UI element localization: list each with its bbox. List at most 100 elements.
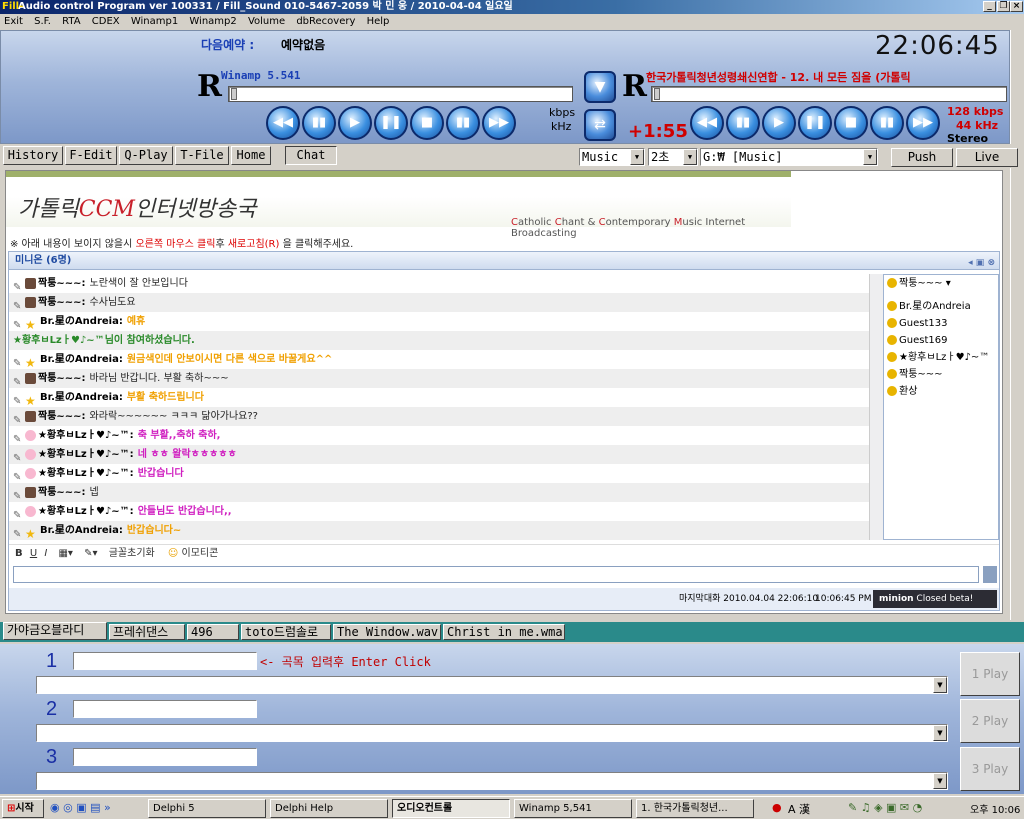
swap-icon[interactable]: ⇄ xyxy=(584,109,616,141)
push-button[interactable]: Push xyxy=(891,148,953,167)
live-button[interactable]: Live xyxy=(956,148,1018,167)
send-icon[interactable] xyxy=(983,566,997,583)
chat-window-icons[interactable]: ◂ ▣ ⊗ xyxy=(968,254,995,272)
playlist-tab-1[interactable]: 가야금오블라디 xyxy=(3,622,107,640)
chat-nick[interactable]: ★황후ㅂLzㅏ♥♪~™: xyxy=(38,506,134,517)
prev-icon[interactable]: ◀◀ xyxy=(266,106,300,140)
taskbar-item-audio-control[interactable]: 오디오컨트롤 xyxy=(392,799,510,818)
quicklaunch-icons[interactable]: ◉ ◎ ▣ ▤ » xyxy=(50,801,111,814)
user-list-item[interactable]: 환상 xyxy=(884,383,998,400)
playlist-tab-6[interactable]: Christ in me.wma xyxy=(443,624,565,640)
play-3-button[interactable]: 3 Play xyxy=(960,747,1020,791)
taskbar-item-track[interactable]: 1. 한국가톨릭청년... xyxy=(636,799,754,818)
color-icon[interactable]: ▦▾ xyxy=(58,548,72,559)
queue-select-2[interactable]: ▼ xyxy=(36,724,948,742)
tab-q-play[interactable]: Q-Play xyxy=(119,146,173,165)
tab-t-file[interactable]: T-File xyxy=(175,146,229,165)
chat-nick[interactable]: 짝퉁~~~: xyxy=(38,297,86,308)
start-button[interactable]: ⊞시작 xyxy=(2,799,44,818)
reset-font-button[interactable]: 글꼴초기화 xyxy=(109,548,155,559)
category-select[interactable]: Music ▼ xyxy=(579,148,645,166)
user-list-item[interactable]: 짝퉁~~~ xyxy=(884,366,998,383)
chat-nick[interactable]: ★황후ㅂLzㅏ♥♪~™: xyxy=(38,468,134,479)
user-list-header[interactable]: 짝퉁~~~ ▾ xyxy=(884,275,998,292)
playlist-tab-4[interactable]: toto드럼솔로 xyxy=(241,624,331,640)
menu-rta[interactable]: RTA xyxy=(62,16,80,27)
playlist-tab-3[interactable]: 496 xyxy=(187,624,239,640)
chat-input[interactable] xyxy=(13,566,979,583)
window-scrollbar[interactable] xyxy=(1010,30,1024,620)
emoticon-icon[interactable]: ☺ xyxy=(168,548,178,559)
menu-winamp2[interactable]: Winamp2 xyxy=(189,16,236,27)
queue-input-1[interactable] xyxy=(73,652,257,670)
playlist-tab-5[interactable]: The Window.wav xyxy=(333,624,441,640)
player1-seekbar[interactable] xyxy=(228,86,573,102)
tab-history[interactable]: History xyxy=(3,146,63,165)
stop-icon[interactable]: ■ xyxy=(410,106,444,140)
menu-help[interactable]: Help xyxy=(367,16,390,27)
bold-icon[interactable]: B xyxy=(15,548,23,559)
chat-nick[interactable]: ★황후ㅂLzㅏ♥♪~™ xyxy=(13,335,105,346)
menu-exit[interactable]: Exit xyxy=(4,16,23,27)
pause-icon[interactable]: ❚❚ xyxy=(798,106,832,140)
folder-select[interactable]: G:₩ [Music] ▼ xyxy=(700,148,878,166)
chat-nick[interactable]: ★황후ㅂLzㅏ♥♪~™: xyxy=(38,430,134,441)
emoticon-button[interactable]: 이모티콘 xyxy=(182,548,219,559)
spectrum-icon[interactable]: ▮▮ xyxy=(446,106,480,140)
restore-icon[interactable]: ❐ xyxy=(997,1,1010,12)
menu-volume[interactable]: Volume xyxy=(248,16,285,27)
chat-nick[interactable]: Br.星のAndreia: xyxy=(40,525,123,536)
user-list-item[interactable]: ★황후ㅂLzㅏ♥♪~™ xyxy=(884,349,998,366)
play-icon[interactable]: ▶ xyxy=(338,106,372,140)
ime-mode[interactable]: A 漢 xyxy=(788,801,810,817)
queue-select-1[interactable]: ▼ xyxy=(36,676,948,694)
stop-icon[interactable]: ■ xyxy=(834,106,868,140)
italic-icon[interactable]: I xyxy=(44,548,47,559)
interval-select[interactable]: 2초 ▼ xyxy=(648,148,698,166)
prev-icon[interactable]: ◀◀ xyxy=(690,106,724,140)
chat-nick[interactable]: Br.星のAndreia: xyxy=(40,392,123,403)
menu-sf[interactable]: S.F. xyxy=(34,16,51,27)
queue-select-3[interactable]: ▼ xyxy=(36,772,948,790)
menu-cdex[interactable]: CDEX xyxy=(92,16,120,27)
tab-f-edit[interactable]: F-Edit xyxy=(65,146,117,165)
chat-scrollbar[interactable] xyxy=(869,274,883,540)
player2-seekbar[interactable] xyxy=(651,86,1007,102)
crossfade-down-icon[interactable]: ▼ xyxy=(584,71,616,103)
chat-nick[interactable]: 짝퉁~~~: xyxy=(38,487,86,498)
minimize-icon[interactable]: _ xyxy=(983,1,996,12)
play-2-button[interactable]: 2 Play xyxy=(960,699,1020,743)
tab-chat[interactable]: Chat xyxy=(285,146,337,165)
taskbar-item-winamp[interactable]: Winamp 5,541 xyxy=(514,799,632,818)
playlist-tab-2[interactable]: 프레쉬댄스 xyxy=(109,624,185,640)
ime-icon[interactable]: ● xyxy=(772,801,782,814)
play-1-button[interactable]: 1 Play xyxy=(960,652,1020,696)
user-list-item[interactable]: Guest133 xyxy=(884,315,998,332)
user-list-item[interactable]: Guest169 xyxy=(884,332,998,349)
close-icon[interactable]: × xyxy=(1010,1,1023,12)
tab-home[interactable]: Home xyxy=(231,146,271,165)
menu-winamp1[interactable]: Winamp1 xyxy=(131,16,178,27)
chat-nick[interactable]: Br.星のAndreia: xyxy=(40,354,123,365)
spectrum-icon[interactable]: ▮▮ xyxy=(870,106,904,140)
queue-input-2[interactable] xyxy=(73,700,257,718)
next-icon[interactable]: ▶▶ xyxy=(906,106,940,140)
user-list-item[interactable]: Br.星のAndreia xyxy=(884,298,998,315)
chat-nick[interactable]: 짝퉁~~~: xyxy=(38,373,86,384)
queue-input-3[interactable] xyxy=(73,748,257,766)
chat-nick[interactable]: 짝퉁~~~: xyxy=(38,278,86,289)
chat-nick[interactable]: Br.星のAndreia: xyxy=(40,316,123,327)
next-icon[interactable]: ▶▶ xyxy=(482,106,516,140)
play-icon[interactable]: ▶ xyxy=(762,106,796,140)
menu-dbrecovery[interactable]: dbRecovery xyxy=(296,16,355,27)
chat-nick[interactable]: 짝퉁~~~: xyxy=(38,411,86,422)
taskbar-item-delphi-help[interactable]: Delphi Help xyxy=(270,799,388,818)
equalizer-icon[interactable]: ▮▮ xyxy=(726,106,760,140)
tray-icons[interactable]: ✎ ♫ ◈ ▣ ✉ ◔ xyxy=(848,801,922,814)
highlight-icon[interactable]: ✎▾ xyxy=(84,548,97,559)
equalizer-icon[interactable]: ▮▮ xyxy=(302,106,336,140)
taskbar-item-delphi5[interactable]: Delphi 5 xyxy=(148,799,266,818)
pause-icon[interactable]: ❚❚ xyxy=(374,106,408,140)
underline-icon[interactable]: U xyxy=(30,548,37,559)
chat-nick[interactable]: ★황후ㅂLzㅏ♥♪~™: xyxy=(38,449,134,460)
